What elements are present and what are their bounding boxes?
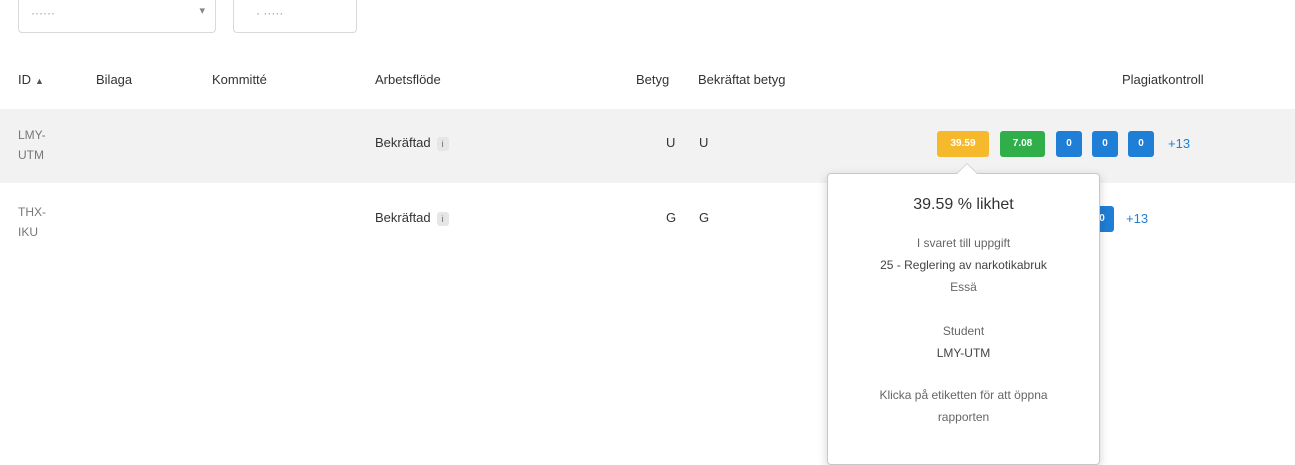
popover-assignment-type: Essä (950, 280, 977, 294)
chevron-down-icon: ▾ (199, 5, 205, 17)
confirmed-grade-cell: U (699, 135, 709, 150)
more-scores-link[interactable]: +13 (1126, 211, 1148, 226)
column-header-bekraftat-betyg: Bekräftat betyg (698, 72, 786, 87)
popover-title: 39.59 % likhet (913, 196, 1014, 213)
column-header-kommitte: Kommitté (212, 72, 267, 87)
column-header-id[interactable]: ID ▲ (18, 72, 44, 87)
confirmed-grade-cell: G (699, 210, 710, 225)
workflow-status: Bekräftad (375, 210, 431, 225)
student-id-cell: LMY- UTM (18, 128, 46, 162)
popover-student-label: Student (942, 324, 985, 338)
grade-cell: U (666, 135, 676, 150)
popover-hint-cont: rapporten (937, 410, 990, 424)
plagiarism-score-badge[interactable]: 0 (1092, 131, 1118, 157)
workflow-cell: Bekräftad i (375, 135, 449, 151)
workflow-cell: Bekräftad i (375, 210, 449, 226)
column-header-betyg: Betyg (636, 72, 670, 87)
filter-button[interactable]: · ····· (233, 0, 357, 33)
filter-select-value: ······ (31, 6, 55, 20)
info-icon[interactable]: i (436, 136, 449, 151)
table-row[interactable]: LMY- UTM Bekräftad i U U 39.59 7.08 0 0 0… (0, 109, 1295, 183)
popover-hint: Klicka på etiketten för att öppna (879, 388, 1048, 402)
filter-select[interactable]: ······ ▾ (18, 0, 216, 33)
table-header: ID ▲ Bilaga Kommitté Arbetsflöde Betyg Be… (0, 66, 1295, 96)
plagiarism-score-badge[interactable]: 0 (1056, 131, 1082, 157)
toolbar: ······ ▾ · ····· (0, 0, 1295, 40)
filter-button-label: · ····· (256, 6, 284, 20)
similarity-popover: 39.59 % likhet I svaret till uppgift 25 … (827, 163, 1100, 465)
info-icon[interactable]: i (436, 211, 449, 226)
table-row[interactable]: THX- IKU Bekräftad i G G 0 +13 (0, 184, 1295, 424)
workflow-status: Bekräftad (375, 135, 431, 150)
popover-assignment-label: I svaret till uppgift (916, 236, 1011, 250)
student-id-cell: THX- IKU (18, 205, 46, 239)
popover-assignment-name: 25 - Reglering av narkotikabruk (880, 258, 1047, 272)
grade-cell: G (666, 210, 677, 225)
popover-student-id: LMY-UTM (936, 346, 991, 360)
plagiarism-score-badge[interactable]: 0 (1128, 131, 1154, 157)
plagiarism-score-badge[interactable]: 7.08 (1000, 131, 1045, 157)
more-scores-link[interactable]: +13 (1168, 136, 1190, 151)
sort-asc-icon: ▲ (35, 76, 44, 86)
column-header-plagiatkontroll: Plagiatkontroll (1122, 72, 1204, 87)
column-header-arbetsflode: Arbetsflöde (375, 72, 441, 87)
column-header-bilaga: Bilaga (96, 72, 133, 87)
plagiarism-score-badge[interactable]: 39.59 (937, 131, 989, 157)
